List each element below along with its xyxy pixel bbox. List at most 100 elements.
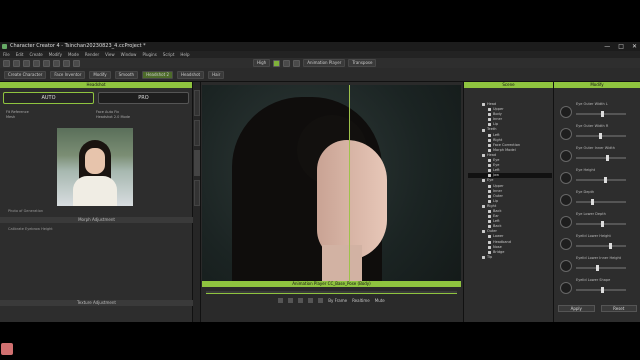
slider-track[interactable] bbox=[576, 157, 626, 159]
morph-dial-icon[interactable] bbox=[560, 238, 572, 250]
visibility-checkbox[interactable] bbox=[488, 148, 491, 152]
visibility-checkbox[interactable] bbox=[488, 143, 491, 147]
slider-knob[interactable] bbox=[601, 111, 604, 117]
visibility-checkbox[interactable] bbox=[488, 225, 491, 229]
move-icon[interactable] bbox=[63, 59, 70, 67]
morph-dial-icon[interactable] bbox=[560, 260, 572, 272]
camera-icon[interactable] bbox=[293, 59, 301, 67]
view-icon[interactable] bbox=[273, 59, 281, 67]
morph-slider[interactable]: Eye Outer Inner Width bbox=[558, 146, 637, 166]
visibility-checkbox[interactable] bbox=[482, 103, 485, 107]
menu-help[interactable]: Help bbox=[180, 51, 189, 58]
side-tab-scene[interactable] bbox=[194, 90, 200, 116]
menu-modify[interactable]: Modify bbox=[49, 51, 62, 58]
morph-dial-icon[interactable] bbox=[560, 128, 572, 140]
select-icon[interactable] bbox=[53, 59, 60, 67]
reset-button[interactable]: Reset bbox=[600, 305, 637, 312]
reference-photo[interactable] bbox=[57, 128, 133, 206]
light-icon[interactable] bbox=[283, 59, 291, 67]
last-frame-icon[interactable] bbox=[318, 298, 324, 303]
pro-mode-button[interactable]: PRO bbox=[98, 92, 189, 104]
morph-slider[interactable]: Eyelid Lower Inner Height bbox=[558, 256, 637, 276]
morph-slider[interactable]: Eyelid Lower Height bbox=[558, 234, 637, 254]
render-quality-select[interactable]: High bbox=[253, 59, 271, 67]
undo-icon[interactable] bbox=[33, 59, 40, 67]
visibility-checkbox[interactable] bbox=[488, 113, 491, 117]
new-icon[interactable] bbox=[3, 59, 10, 67]
slider-knob[interactable] bbox=[608, 243, 612, 249]
transpose-button[interactable]: Transpose bbox=[348, 59, 377, 67]
visibility-checkbox[interactable] bbox=[488, 189, 491, 193]
morph-slider[interactable]: Eyelid Lower Shape bbox=[558, 278, 637, 298]
side-tab-modify[interactable] bbox=[194, 180, 200, 206]
morph-dial-icon[interactable] bbox=[560, 282, 572, 294]
menu-file[interactable]: File bbox=[3, 51, 10, 58]
visibility-checkbox[interactable] bbox=[488, 174, 491, 178]
animation-player-button[interactable]: Animation Player bbox=[303, 59, 346, 67]
rotate-icon[interactable] bbox=[73, 59, 80, 67]
menu-create[interactable]: Create bbox=[29, 51, 42, 58]
menu-render[interactable]: Render bbox=[85, 51, 99, 58]
visibility-checkbox[interactable] bbox=[488, 245, 491, 249]
calibrate-eyebrow-option[interactable]: Calibrate Eyebrow Height bbox=[8, 227, 53, 231]
option-headshot-mode[interactable]: Headshot 2.0 Mode bbox=[96, 115, 186, 120]
by-frame-select[interactable]: By Frame bbox=[328, 298, 347, 303]
maximize-button[interactable]: □ bbox=[618, 42, 624, 51]
visibility-checkbox[interactable] bbox=[488, 118, 491, 122]
open-icon[interactable] bbox=[13, 59, 20, 67]
save-icon[interactable] bbox=[23, 59, 30, 67]
menu-view[interactable]: View bbox=[105, 51, 115, 58]
scene-tree-item[interactable]: Tip bbox=[468, 255, 552, 260]
slider-track[interactable] bbox=[576, 267, 626, 269]
visibility-checkbox[interactable] bbox=[488, 133, 491, 137]
timeline-track[interactable] bbox=[206, 291, 457, 294]
visibility-checkbox[interactable] bbox=[488, 220, 491, 224]
auto-mode-button[interactable]: AUTO bbox=[3, 92, 94, 104]
modify-button[interactable]: Modify bbox=[89, 70, 111, 79]
visibility-checkbox[interactable] bbox=[488, 194, 491, 198]
side-tab-headshot[interactable] bbox=[194, 150, 200, 176]
visibility-checkbox[interactable] bbox=[482, 204, 485, 208]
first-frame-icon[interactable] bbox=[278, 298, 284, 303]
morph-slider[interactable]: Eye Depth bbox=[558, 190, 637, 210]
visibility-checkbox[interactable] bbox=[488, 169, 491, 173]
visibility-checkbox[interactable] bbox=[488, 215, 491, 219]
realtime-select[interactable]: Realtime bbox=[352, 298, 370, 303]
morph-slider[interactable]: Eye Lower Depth bbox=[558, 212, 637, 232]
prev-frame-icon[interactable] bbox=[288, 298, 294, 303]
visibility-checkbox[interactable] bbox=[488, 123, 491, 127]
visibility-checkbox[interactable] bbox=[488, 164, 491, 168]
visibility-checkbox[interactable] bbox=[488, 250, 491, 254]
morph-slider[interactable]: Eye Outer Width L bbox=[558, 102, 637, 122]
slider-knob[interactable] bbox=[596, 265, 599, 271]
slider-knob[interactable] bbox=[603, 177, 607, 183]
slider-knob[interactable] bbox=[601, 287, 604, 293]
menu-plugins[interactable]: Plugins bbox=[142, 51, 156, 58]
menu-edit[interactable]: Edit bbox=[16, 51, 24, 58]
visibility-checkbox[interactable] bbox=[482, 179, 485, 183]
morph-slider[interactable]: Eye Outer Width R bbox=[558, 124, 637, 144]
visibility-checkbox[interactable] bbox=[488, 235, 491, 239]
close-button[interactable]: ✕ bbox=[632, 42, 637, 51]
mute-toggle[interactable]: Mute bbox=[375, 298, 385, 303]
slider-knob[interactable] bbox=[601, 221, 604, 227]
redo-icon[interactable] bbox=[43, 59, 50, 67]
slider-track[interactable] bbox=[576, 179, 626, 181]
visibility-checkbox[interactable] bbox=[488, 210, 491, 214]
slider-knob[interactable] bbox=[591, 199, 594, 205]
visibility-checkbox[interactable] bbox=[488, 199, 491, 203]
visibility-checkbox[interactable] bbox=[482, 230, 485, 234]
slider-track[interactable] bbox=[576, 245, 626, 247]
visibility-checkbox[interactable] bbox=[488, 240, 491, 244]
slider-knob[interactable] bbox=[598, 133, 602, 139]
face-inventor-button[interactable]: Face Inventor bbox=[50, 70, 86, 79]
menu-mode[interactable]: Mode bbox=[68, 51, 79, 58]
smooth-button[interactable]: Smooth bbox=[114, 70, 139, 79]
visibility-checkbox[interactable] bbox=[488, 159, 491, 163]
play-icon[interactable] bbox=[298, 298, 304, 303]
morph-dial-icon[interactable] bbox=[560, 216, 572, 228]
visibility-checkbox[interactable] bbox=[482, 153, 485, 157]
morph-dial-icon[interactable] bbox=[560, 194, 572, 206]
headshot-button[interactable]: Headshot bbox=[177, 70, 205, 79]
visibility-checkbox[interactable] bbox=[482, 128, 485, 132]
